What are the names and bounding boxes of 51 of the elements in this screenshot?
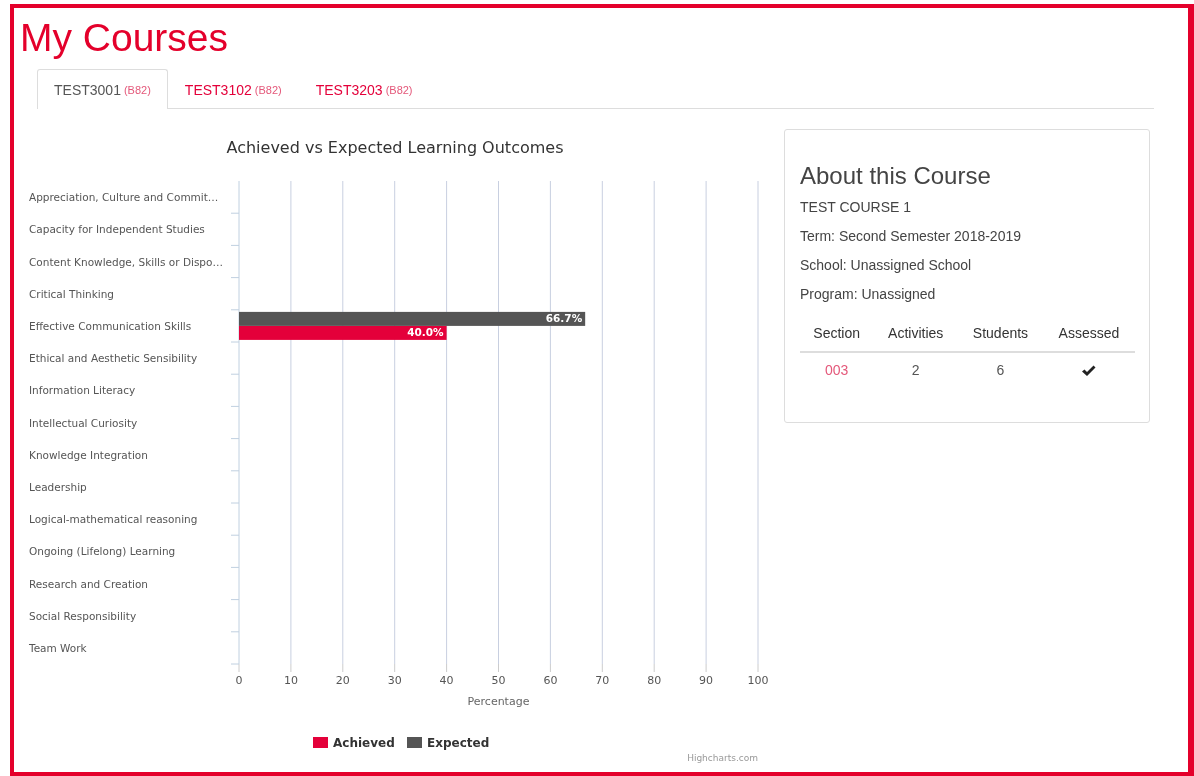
- chart-title: Achieved vs Expected Learning Outcomes: [226, 138, 564, 157]
- axis-tick-label: 50: [491, 674, 506, 687]
- table-cell: 2: [873, 352, 959, 387]
- course-tab[interactable]: TEST3203 (B82): [298, 69, 430, 109]
- category-label: Leadership: [29, 480, 87, 493]
- chart-credits: Highcharts.com: [687, 753, 758, 763]
- category-label: Team Work: [29, 641, 87, 654]
- column-header: Assessed: [1042, 319, 1135, 352]
- axis-tick-label: 80: [647, 674, 662, 687]
- category-label: Critical Thinking: [29, 287, 115, 300]
- axis-title: Percentage: [467, 695, 530, 708]
- category-label: Ongoing (Lifelong) Learning: [29, 545, 176, 558]
- data-label: 40.0%: [407, 326, 444, 339]
- category-label: Appreciation, Culture and Commit…: [29, 191, 219, 204]
- course-tab[interactable]: TEST3001 (B82): [37, 69, 168, 109]
- category-label: Social Responsibility: [29, 609, 137, 622]
- table-cell: 6: [958, 352, 1043, 387]
- category-label: Information Literacy: [29, 384, 136, 397]
- section-link[interactable]: 003: [825, 362, 849, 378]
- category-label: Knowledge Integration: [29, 448, 148, 461]
- legend-swatch: [313, 737, 328, 748]
- data-label: 66.7%: [545, 312, 583, 325]
- course-info: School: Unassigned School: [800, 256, 973, 275]
- course-tab[interactable]: TEST3102 (B82): [167, 69, 299, 109]
- axis-tick-label: 20: [335, 674, 350, 687]
- page-title: My Courses: [20, 16, 229, 60]
- category-label: Research and Creation: [29, 577, 149, 590]
- category-label: Content Knowledge, Skills or Dispo…: [29, 255, 223, 268]
- legend-label: Expected: [427, 736, 490, 750]
- axis-tick-label: 0: [235, 674, 243, 687]
- axis-tick-label: 10: [283, 674, 298, 687]
- axis-tick-label: 30: [387, 674, 402, 687]
- axis-tick-label: 60: [543, 674, 558, 687]
- category-label: Effective Communication Skills: [29, 319, 192, 332]
- axis-tick-label: 100: [747, 674, 769, 687]
- card-heading: About this Course: [800, 161, 992, 191]
- axis-tick-label: 70: [595, 674, 610, 687]
- category-label: Ethical and Aesthetic Sensibility: [29, 352, 198, 365]
- category-label: Intellectual Curiosity: [29, 416, 138, 429]
- course-info: Term: Second Semester 2018-2019: [800, 227, 1022, 246]
- course-info: Program: Unassigned: [800, 285, 937, 304]
- category-label: Capacity for Independent Studies: [29, 223, 205, 236]
- legend-swatch: [407, 737, 422, 748]
- axis-tick-label: 90: [699, 674, 714, 687]
- column-header: Section: [800, 319, 874, 352]
- course-info: TEST COURSE 1: [800, 198, 912, 217]
- column-header: Students: [958, 319, 1043, 352]
- category-label: Logical-mathematical reasoning: [29, 513, 198, 526]
- column-header: Activities: [873, 319, 959, 352]
- legend-label: Achieved: [333, 736, 395, 750]
- axis-tick-label: 40: [439, 674, 454, 687]
